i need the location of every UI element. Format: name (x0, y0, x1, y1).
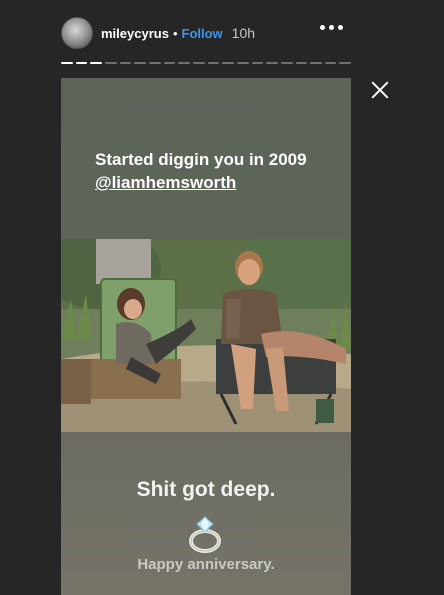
separator-dot: • (172, 25, 178, 41)
progress-segment (90, 62, 102, 64)
close-icon[interactable] (370, 80, 390, 100)
mention-link[interactable]: @liamhemsworth (95, 171, 335, 194)
follow-button[interactable]: Follow (182, 26, 223, 41)
progress-segment (163, 62, 176, 64)
progress-segment (134, 62, 146, 64)
more-options-icon[interactable] (320, 25, 343, 30)
progress-segment (236, 62, 249, 64)
progress-segment (324, 62, 337, 64)
story-text-deep: Shit got deep. (136, 478, 276, 501)
progress-segment (310, 62, 322, 64)
progress-segment (266, 62, 278, 64)
progress-segment (251, 62, 264, 64)
progress-segment (104, 62, 117, 64)
story-text-anniversary: Happy anniversary. (137, 556, 275, 573)
ring-icon (188, 514, 222, 554)
progress-segment (339, 62, 352, 64)
progress-segment (119, 62, 132, 64)
story-caption: Started diggin you in 2009 @liamhemswort… (95, 148, 335, 194)
story-photo (61, 239, 351, 432)
progress-segment (280, 62, 293, 64)
progress-segment (207, 62, 220, 64)
post-time: 10h (231, 25, 256, 41)
progress-segment (178, 62, 190, 64)
username[interactable]: mileycyrus (101, 26, 169, 41)
progress-segment (222, 62, 234, 64)
progress-segment (295, 62, 308, 64)
progress-segment (148, 62, 161, 64)
progress-segment (75, 62, 88, 64)
story-progress-bar (61, 62, 352, 65)
caption-line: Started diggin you in 2009 (95, 150, 307, 169)
avatar[interactable] (61, 17, 93, 49)
story-header: mileycyrus • Follow 10h (61, 16, 351, 50)
story-content: Started diggin you in 2009 @liamhemswort… (61, 78, 351, 595)
progress-segment (192, 62, 205, 64)
progress-segment (61, 62, 73, 64)
